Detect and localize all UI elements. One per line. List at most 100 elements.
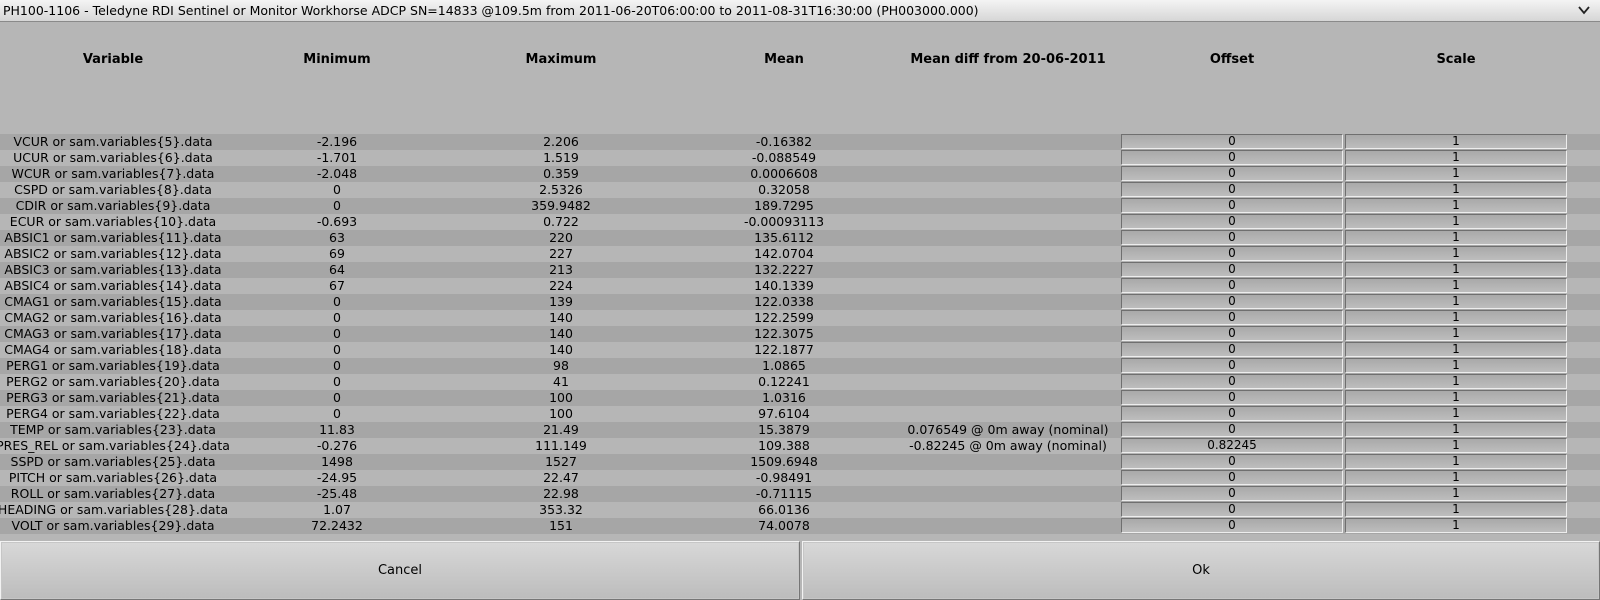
mean-cell: 109.388 [758,438,810,453]
variable-cell: ECUR or sam.variables{10}.data [9,214,217,229]
minimum-cell: -2.048 [316,166,358,181]
offset-input[interactable]: 0 [1121,454,1343,469]
scale-input[interactable]: 1 [1345,198,1567,213]
offset-input[interactable]: 0 [1121,406,1343,421]
scale-input[interactable]: 1 [1345,422,1567,437]
offset-input[interactable]: 0 [1121,294,1343,309]
mean-cell: 122.2599 [754,310,814,325]
scale-input[interactable]: 1 [1345,342,1567,357]
variable-table: VCUR or sam.variables{5}.data -2.196 2.206… [0,134,1600,534]
mean-cell: 0.32058 [758,182,810,197]
scale-input[interactable]: 1 [1345,406,1567,421]
scale-input[interactable]: 1 [1345,326,1567,341]
variable-cell: ROLL or sam.variables{27}.data [10,486,216,501]
scale-input[interactable]: 1 [1345,358,1567,373]
offset-input[interactable]: 0 [1121,470,1343,485]
mean-cell: -0.71115 [755,486,813,501]
mean-cell: -0.00093113 [743,214,825,229]
minimum-cell: -24.95 [316,470,358,485]
offset-input[interactable]: 0 [1121,310,1343,325]
offset-input[interactable]: 0 [1121,374,1343,389]
offset-input[interactable]: 0 [1121,422,1343,437]
minimum-cell: 11.83 [319,422,355,437]
scale-input[interactable]: 1 [1345,486,1567,501]
variable-cell: PITCH or sam.variables{26}.data [8,470,218,485]
offset-input[interactable]: 0 [1121,134,1343,149]
offset-input[interactable]: 0 [1121,262,1343,277]
chevron-down-icon[interactable] [1576,2,1592,18]
table-row: PERG3 or sam.variables{21}.data 0 100 1.031… [0,390,1600,406]
table-row: ABSIC4 or sam.variables{14}.data 67 224 140… [0,278,1600,294]
maximum-cell: 2.5326 [539,182,583,197]
offset-input[interactable]: 0 [1121,278,1343,293]
minimum-cell: 1.07 [323,502,351,517]
variable-cell: CMAG1 or sam.variables{15}.data [4,294,222,309]
scale-input[interactable]: 1 [1345,214,1567,229]
offset-input[interactable]: 0 [1121,230,1343,245]
scale-input[interactable]: 1 [1345,502,1567,517]
maximum-cell: 0.722 [543,214,579,229]
variable-cell: PRES_REL or sam.variables{24}.data [0,438,230,453]
scale-input[interactable]: 1 [1345,518,1567,533]
table-row: SSPD or sam.variables{25}.data 1498 1527 15… [0,454,1600,470]
minimum-cell: 72.2432 [311,518,363,533]
table-row: CMAG2 or sam.variables{16}.data 0 140 122.2… [0,310,1600,326]
scale-input[interactable]: 1 [1345,182,1567,197]
offset-input[interactable]: 0.82245 [1121,438,1343,453]
offset-input[interactable]: 0 [1121,390,1343,405]
scale-input[interactable]: 1 [1345,262,1567,277]
minimum-cell: 0 [333,182,341,197]
variable-cell: CMAG4 or sam.variables{18}.data [4,342,222,357]
scale-input[interactable]: 1 [1345,310,1567,325]
mean-cell: 122.1877 [754,342,814,357]
scale-input[interactable]: 1 [1345,230,1567,245]
offset-input[interactable]: 0 [1121,342,1343,357]
scale-input[interactable]: 1 [1345,166,1567,181]
scale-input[interactable]: 1 [1345,246,1567,261]
scale-input[interactable]: 1 [1345,374,1567,389]
maximum-cell: 139 [549,294,573,309]
maximum-cell: 0.359 [543,166,579,181]
variable-cell: PERG2 or sam.variables{20}.data [6,374,220,389]
scale-input[interactable]: 1 [1345,390,1567,405]
scale-input[interactable]: 1 [1345,470,1567,485]
cancel-button[interactable]: Cancel [0,541,800,600]
scale-input[interactable]: 1 [1345,134,1567,149]
table-row: ECUR or sam.variables{10}.data -0.693 0.72… [0,214,1600,230]
offset-input[interactable]: 0 [1121,246,1343,261]
offset-input[interactable]: 0 [1121,166,1343,181]
minimum-cell: 1498 [321,454,353,469]
table-row: ABSIC2 or sam.variables{12}.data 69 227 142… [0,246,1600,262]
scale-input[interactable]: 1 [1345,454,1567,469]
table-row: ABSIC3 or sam.variables{13}.data 64 213 132… [0,262,1600,278]
table-row: PRES_REL or sam.variables{24}.data -0.276… [0,438,1600,454]
offset-input[interactable]: 0 [1121,502,1343,517]
minimum-cell: 0 [333,374,341,389]
offset-input[interactable]: 0 [1121,518,1343,533]
offset-input[interactable]: 0 [1121,214,1343,229]
maximum-cell: 1527 [545,454,577,469]
minimum-cell: 0 [333,198,341,213]
ok-button[interactable]: Ok [802,541,1600,600]
offset-input[interactable]: 0 [1121,486,1343,501]
offset-input[interactable]: 0 [1121,358,1343,373]
minimum-cell: 0 [333,294,341,309]
offset-input[interactable]: 0 [1121,182,1343,197]
mean-cell: 1.0316 [762,390,806,405]
scale-input[interactable]: 1 [1345,278,1567,293]
maximum-cell: 213 [549,262,573,277]
variable-cell: PERG3 or sam.variables{21}.data [6,390,220,405]
offset-input[interactable]: 0 [1121,198,1343,213]
scale-input[interactable]: 1 [1345,294,1567,309]
offset-input[interactable]: 0 [1121,326,1343,341]
mean-cell: 142.0704 [754,246,814,261]
window-title: PH100-1106 - Teledyne RDI Sentinel or Mo… [3,3,979,18]
scale-input[interactable]: 1 [1345,438,1567,453]
header-mean-diff: Mean diff from 20-06-2011 [910,52,1106,67]
minimum-cell: -2.196 [316,134,358,149]
header-minimum: Minimum [303,52,371,67]
offset-input[interactable]: 0 [1121,150,1343,165]
scale-input[interactable]: 1 [1345,150,1567,165]
minimum-cell: -25.48 [316,486,358,501]
table-row: HEADING or sam.variables{28}.data 1.07 353… [0,502,1600,518]
